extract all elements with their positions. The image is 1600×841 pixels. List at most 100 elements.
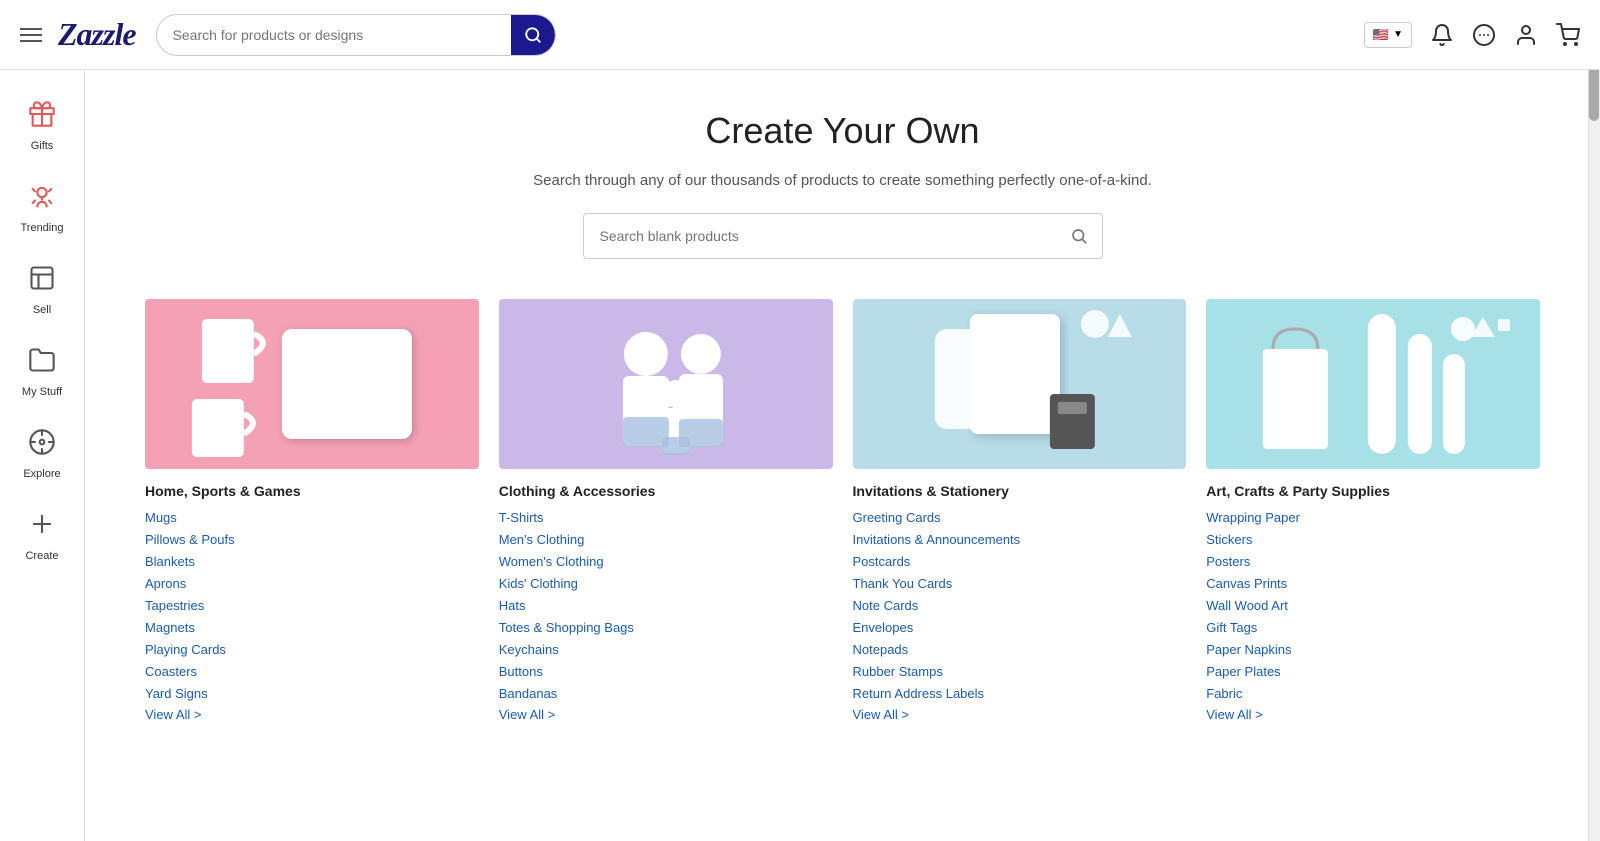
list-item[interactable]: Men's Clothing [499,531,833,549]
messages-icon[interactable] [1472,23,1496,47]
product-search-bar [583,213,1103,259]
explore-icon [28,428,56,462]
list-item[interactable]: Playing Cards [145,641,479,659]
list-item[interactable]: Note Cards [853,597,1187,615]
sidebar-item-label-explore: Explore [23,468,60,480]
sidebar-item-gifts[interactable]: Gifts [0,90,84,162]
account-icon[interactable] [1514,23,1538,47]
list-item[interactable]: Blankets [145,553,479,571]
sidebar-item-label-trending: Trending [20,222,63,234]
list-item[interactable]: Envelopes [853,619,1187,637]
dropdown-arrow: ▼ [1393,29,1403,40]
categories-grid: Home, Sports & Games Mugs Pillows & Pouf… [145,299,1540,724]
flag-icon: 🇺🇸 [1373,27,1389,43]
list-item[interactable]: Buttons [499,663,833,681]
sidebar-item-label-gifts: Gifts [31,140,54,152]
scrollbar-track [1588,0,1600,841]
category-links-clothing: T-Shirts Men's Clothing Women's Clothing… [499,509,833,703]
logo[interactable]: Zazzle [58,16,136,53]
blank-product-search-input[interactable] [584,228,1056,244]
list-item[interactable]: Yard Signs [145,685,479,703]
category-title-clothing: Clothing & Accessories [499,483,833,499]
sidebar-item-create[interactable]: Create [0,500,84,572]
list-item[interactable]: Greeting Cards [853,509,1187,527]
list-item[interactable]: Return Address Labels [853,685,1187,703]
search-icon [524,26,542,44]
main-content: Create Your Own Search through any of ou… [85,70,1600,841]
header-right: 🇺🇸 ▼ [1364,22,1580,48]
language-selector[interactable]: 🇺🇸 ▼ [1364,22,1412,48]
category-home-sports-games[interactable]: Home, Sports & Games Mugs Pillows & Pouf… [145,299,479,724]
sidebar-item-explore[interactable]: Explore [0,418,84,490]
main-layout: Gifts Trending [0,70,1600,841]
list-item[interactable]: Women's Clothing [499,553,833,571]
category-invitations-stationery[interactable]: Invitations & Stationery Greeting Cards … [853,299,1187,724]
sidebar-item-label-my-stuff: My Stuff [22,386,62,398]
list-item[interactable]: Wrapping Paper [1206,509,1540,527]
list-item[interactable]: T-Shirts [499,509,833,527]
sidebar-item-label-sell: Sell [33,304,51,316]
view-all-invitations[interactable]: View All > [853,707,910,722]
category-image-art [1206,299,1540,469]
sell-icon [28,264,56,298]
list-item[interactable]: Mugs [145,509,479,527]
category-image-home [145,299,479,469]
list-item[interactable]: Bandanas [499,685,833,703]
category-title-invitations: Invitations & Stationery [853,483,1187,499]
sidebar-item-trending[interactable]: Trending [0,172,84,244]
sidebar-item-label-create: Create [25,550,58,562]
search-icon-small [1070,227,1088,245]
category-clothing-accessories[interactable]: Clothing & Accessories T-Shirts Men's Cl… [499,299,833,724]
list-item[interactable]: Coasters [145,663,479,681]
list-item[interactable]: Postcards [853,553,1187,571]
list-item[interactable]: Kids' Clothing [499,575,833,593]
list-item[interactable]: Posters [1206,553,1540,571]
trending-icon [28,182,56,216]
view-all-clothing[interactable]: View All > [499,707,556,722]
header-search-input[interactable] [157,27,511,43]
list-item[interactable]: Wall Wood Art [1206,597,1540,615]
header-search-bar [156,14,556,56]
list-item[interactable]: Canvas Prints [1206,575,1540,593]
list-item[interactable]: Notepads [853,641,1187,659]
list-item[interactable]: Tapestries [145,597,479,615]
page-title: Create Your Own [145,110,1540,152]
view-all-art[interactable]: View All > [1206,707,1263,722]
category-image-invitations [853,299,1187,469]
category-image-clothing [499,299,833,469]
category-art-crafts[interactable]: Art, Crafts & Party Supplies Wrapping Pa… [1206,299,1540,724]
list-item[interactable]: Magnets [145,619,479,637]
list-item[interactable]: Paper Napkins [1206,641,1540,659]
list-item[interactable]: Thank You Cards [853,575,1187,593]
cart-icon[interactable] [1556,23,1580,47]
list-item[interactable]: Gift Tags [1206,619,1540,637]
category-links-invitations: Greeting Cards Invitations & Announcemen… [853,509,1187,703]
list-item[interactable]: Stickers [1206,531,1540,549]
list-item[interactable]: Pillows & Poufs [145,531,479,549]
header-search-button[interactable] [511,14,555,56]
list-item[interactable]: Hats [499,597,833,615]
subtitle: Search through any of our thousands of p… [145,172,1540,189]
list-item[interactable]: Aprons [145,575,479,593]
notifications-icon[interactable] [1430,23,1454,47]
gift-icon [28,100,56,134]
sidebar-item-sell[interactable]: Sell [0,254,84,326]
category-links-art: Wrapping Paper Stickers Posters Canvas P… [1206,509,1540,703]
category-title-art: Art, Crafts & Party Supplies [1206,483,1540,499]
list-item[interactable]: Rubber Stamps [853,663,1187,681]
hamburger-menu[interactable] [20,28,42,42]
list-item[interactable]: Keychains [499,641,833,659]
category-links-home: Mugs Pillows & Poufs Blankets Aprons Tap… [145,509,479,703]
blank-product-search-button[interactable] [1056,227,1102,245]
header: Zazzle 🇺🇸 ▼ [0,0,1600,70]
category-title-home: Home, Sports & Games [145,483,479,499]
create-icon [28,510,56,544]
list-item[interactable]: Totes & Shopping Bags [499,619,833,637]
list-item[interactable]: Fabric [1206,685,1540,703]
view-all-home[interactable]: View All > [145,707,202,722]
list-item[interactable]: Invitations & Announcements [853,531,1187,549]
sidebar: Gifts Trending [0,70,85,841]
list-item[interactable]: Paper Plates [1206,663,1540,681]
folder-icon [28,346,56,380]
sidebar-item-my-stuff[interactable]: My Stuff [0,336,84,408]
